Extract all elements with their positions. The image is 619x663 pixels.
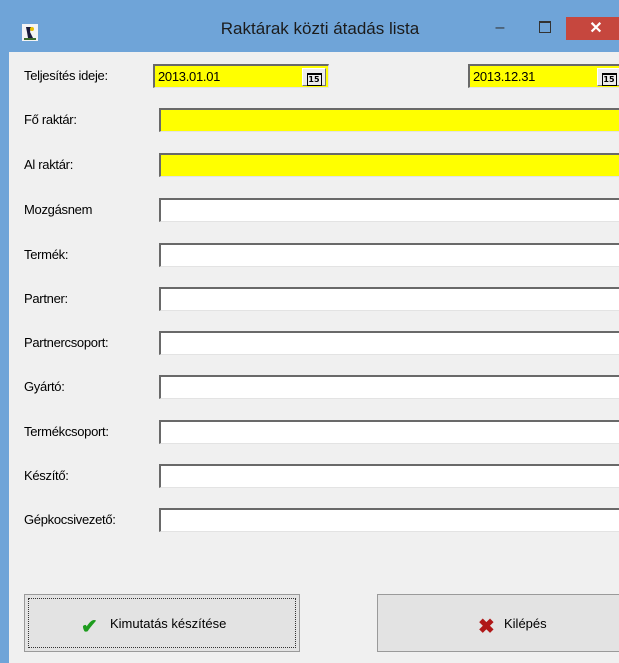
exit-button-label: Kilépés: [504, 616, 547, 631]
x-icon: ✖: [478, 616, 495, 638]
date-to-field[interactable]: 2013.12.31 15: [468, 64, 619, 88]
date-label: Teljesítés ideje:: [24, 68, 108, 83]
close-icon: ✕: [589, 20, 603, 37]
product-label: Termék:: [24, 247, 69, 262]
report-button-label: Kimutatás készítése: [110, 616, 227, 631]
main-warehouse-input[interactable]: [159, 108, 619, 132]
title-bar[interactable]: Raktárak közti átadás lista – ✕: [0, 0, 619, 52]
date-to-calendar-button[interactable]: 15: [597, 68, 619, 86]
manufacturer-row: Gyártó:: [16, 367, 619, 406]
maximize-icon: [539, 21, 551, 33]
driver-row: Gépkocsivezető:: [16, 500, 619, 539]
driver-input[interactable]: [159, 508, 619, 532]
creator-label: Készítő:: [24, 468, 69, 483]
exit-button[interactable]: ✖ Kilépés: [377, 594, 619, 652]
product-group-label: Termékcsoport:: [24, 424, 109, 439]
product-group-row: Termékcsoport:: [16, 412, 619, 451]
movement-type-label: Mozgásnem: [24, 202, 93, 217]
calendar-icon: 15: [601, 73, 617, 86]
product-row: Termék:: [16, 235, 619, 274]
partner-group-label: Partnercsoport:: [24, 335, 109, 350]
maximize-button[interactable]: [530, 17, 560, 40]
movement-type-input[interactable]: [159, 198, 619, 222]
partner-label: Partner:: [24, 291, 68, 306]
manufacturer-input[interactable]: [159, 375, 619, 399]
status-panel: [16, 540, 619, 584]
minimize-button[interactable]: –: [484, 17, 516, 40]
date-row: Teljesítés ideje: 2013.01.01 15 2013.12.…: [16, 56, 619, 95]
driver-label: Gépkocsivezető:: [24, 512, 116, 527]
partner-row: Partner:: [16, 279, 619, 318]
calendar-icon: 15: [306, 73, 322, 86]
close-button[interactable]: ✕: [566, 17, 619, 40]
date-from-field[interactable]: 2013.01.01 15: [153, 64, 329, 88]
main-warehouse-row: Fő raktár:: [16, 100, 619, 139]
partner-group-row: Partnercsoport:: [16, 323, 619, 362]
main-warehouse-label: Fő raktár:: [24, 112, 77, 127]
movement-type-row: Mozgásnem: [16, 190, 619, 229]
sub-warehouse-label: Al raktár:: [24, 157, 74, 172]
date-to-value: 2013.12.31: [473, 69, 536, 84]
product-input[interactable]: [159, 243, 619, 267]
sub-warehouse-input[interactable]: [159, 153, 619, 177]
checkmark-icon: ✔: [81, 616, 98, 638]
partner-group-input[interactable]: [159, 331, 619, 355]
date-from-calendar-button[interactable]: 15: [302, 68, 326, 86]
creator-row: Készítő:: [16, 456, 619, 495]
manufacturer-label: Gyártó:: [24, 379, 65, 394]
date-from-value: 2013.01.01: [158, 69, 221, 84]
report-button[interactable]: ✔ Kimutatás készítése: [24, 594, 300, 652]
product-group-input[interactable]: [159, 420, 619, 444]
minimize-icon: –: [495, 19, 505, 36]
partner-input[interactable]: [159, 287, 619, 311]
creator-input[interactable]: [159, 464, 619, 488]
sub-warehouse-row: Al raktár:: [16, 145, 619, 184]
window-title: Raktárak közti átadás lista: [220, 19, 420, 38]
